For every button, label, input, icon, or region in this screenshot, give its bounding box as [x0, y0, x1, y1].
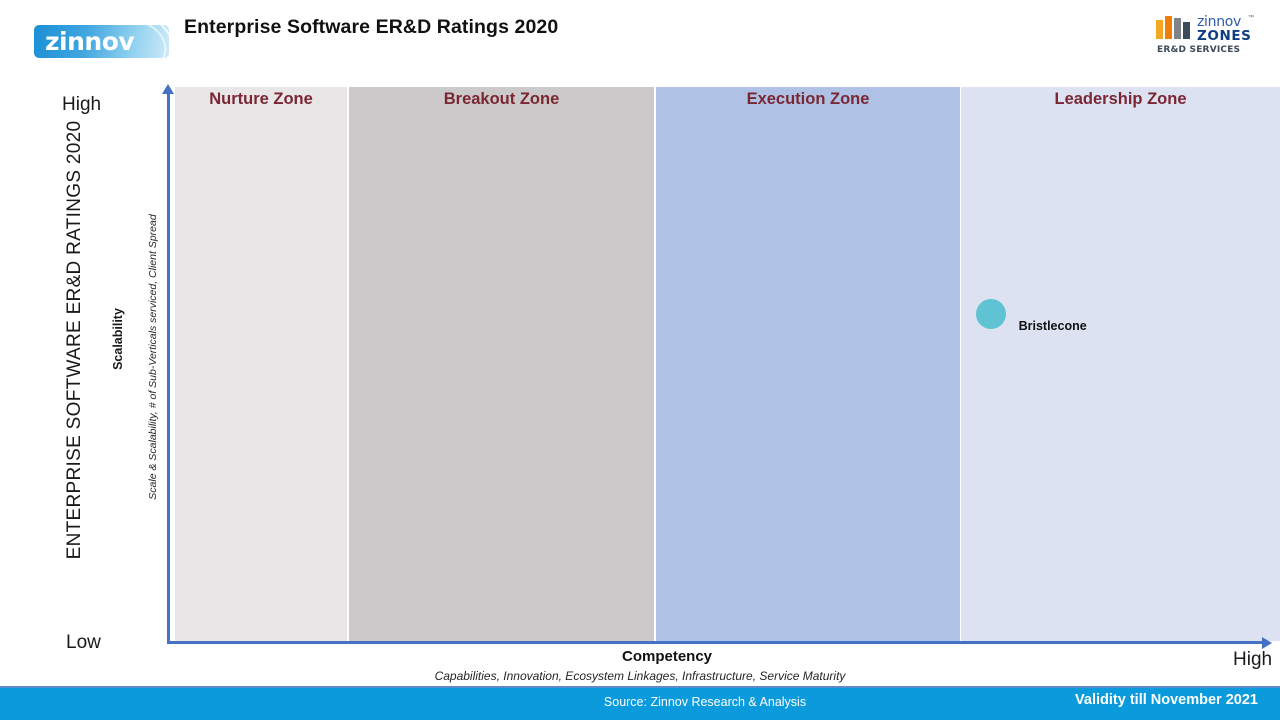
page-title: Enterprise Software ER&D Ratings 2020: [184, 16, 559, 38]
zone-breakout: Breakout Zone: [349, 87, 654, 641]
zone-leadership: Leadership Zone: [961, 87, 1280, 641]
zone-label-breakout: Breakout Zone: [443, 90, 560, 108]
y-axis-title: ENTERPRISE SOFTWARE ER&D RATINGS 2020: [64, 120, 85, 560]
trademark-icon: ™: [1248, 15, 1254, 21]
zone-execution: Execution Zone: [656, 87, 960, 641]
zone-nurture: Nurture Zone: [175, 87, 347, 641]
x-axis-metric-detail: Capabilities, Innovation, Ecosystem Link…: [434, 669, 846, 683]
page-footer: Source: Zinnov Research & Analysis Valid…: [0, 688, 1280, 720]
bubble-label: Bristlecone: [1018, 319, 1087, 334]
y-axis-line: [167, 92, 170, 644]
quadrant-chart: Nurture Zone Breakout Zone Execution Zon…: [0, 84, 1280, 688]
zone-label-leadership: Leadership Zone: [1054, 90, 1187, 108]
y-axis-metric-label: Scalability: [111, 308, 125, 370]
zone-label-nurture: Nurture Zone: [209, 90, 313, 108]
zones-service-line: ER&D SERVICES: [1157, 45, 1241, 55]
x-axis-title: Competency: [621, 648, 713, 665]
x-axis-line: [167, 641, 1263, 644]
zones-bars-icon: [1156, 16, 1192, 39]
bubble-marker[interactable]: [975, 299, 1006, 330]
page-header: zinnov Enterprise Software ER&D Ratings …: [0, 0, 1280, 84]
zinnov-wordmark: zinnov: [45, 27, 135, 56]
zinnov-logo: zinnov: [34, 25, 169, 58]
zone-label-execution: Execution Zone: [746, 90, 870, 108]
y-axis-arrow-icon: [162, 84, 174, 94]
footer-validity-text: Validity till November 2021: [1075, 692, 1258, 708]
zinnov-zones-logo: zinnov ™ ZONES ER&D SERVICES: [1156, 14, 1256, 60]
zones-word: ZONES: [1197, 28, 1252, 44]
y-axis-metric-detail: Scale & Scalability, # of Sub-Verticals …: [147, 214, 159, 500]
